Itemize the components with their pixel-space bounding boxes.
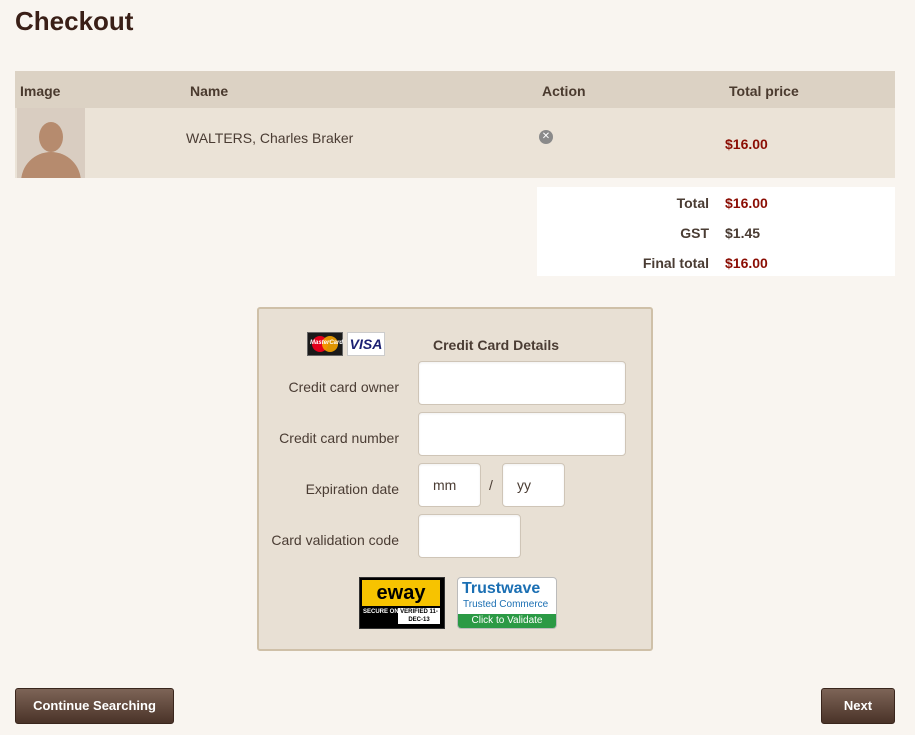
eway-verified-text: VERIFIED 11-DEC-13	[398, 608, 440, 624]
trustwave-badge[interactable]: Trustwave Trusted Commerce Click to Vali…	[457, 577, 557, 629]
card-number-input[interactable]	[418, 412, 626, 456]
cc-title: Credit Card Details	[433, 337, 560, 353]
final-total-value: $16.00	[725, 255, 768, 271]
total-value: $16.00	[725, 195, 768, 211]
item-price: $16.00	[725, 136, 768, 152]
visa-logo: VISA	[347, 332, 385, 356]
totals-panel: Total $16.00 GST $1.45 Final total $16.0…	[537, 187, 895, 276]
col-name: Name	[190, 83, 229, 99]
remove-icon[interactable]: ✕	[539, 130, 553, 144]
trustwave-cta: Click to Validate	[458, 614, 556, 628]
col-total-price: Total price	[729, 83, 799, 99]
cart-table: Image Name Action Total price WALTERS, C…	[15, 71, 895, 178]
avatar	[17, 108, 85, 178]
cvc-label: Card validation code	[271, 532, 399, 548]
col-action: Action	[542, 83, 586, 99]
card-owner-input[interactable]	[418, 361, 626, 405]
expiry-year-input[interactable]	[502, 463, 565, 507]
page-title: Checkout	[15, 6, 134, 36]
cart-header: Image Name Action Total price	[15, 71, 895, 108]
continue-searching-button[interactable]: Continue Searching	[15, 688, 174, 724]
eway-brand: eway	[362, 580, 440, 606]
mastercard-logo: MasterCard	[307, 332, 343, 356]
item-name: WALTERS, Charles Braker	[186, 130, 354, 146]
expiration-label: Expiration date	[305, 481, 399, 497]
next-button[interactable]: Next	[821, 688, 895, 724]
table-row: WALTERS, Charles Braker ✕ $16.00	[15, 108, 895, 178]
gst-label: GST	[680, 225, 709, 241]
expiry-month-input[interactable]	[418, 463, 481, 507]
trustwave-sub: Trusted Commerce	[463, 599, 549, 610]
total-label: Total	[676, 195, 709, 211]
owner-label: Credit card owner	[288, 379, 400, 395]
credit-card-form: MasterCard VISA Credit Card Details Cred…	[257, 307, 653, 651]
eway-badge[interactable]: eway SECURE ONLINE VERIFIED 11-DEC-13	[359, 577, 445, 629]
mastercard-text: MasterCard	[310, 340, 344, 346]
col-image: Image	[20, 83, 61, 99]
final-total-label: Final total	[642, 255, 709, 271]
expiry-separator: /	[489, 477, 493, 493]
trustwave-brand: Trustwave	[462, 580, 541, 597]
cvc-input[interactable]	[418, 514, 521, 558]
gst-value: $1.45	[725, 225, 761, 241]
number-label: Credit card number	[279, 430, 399, 446]
